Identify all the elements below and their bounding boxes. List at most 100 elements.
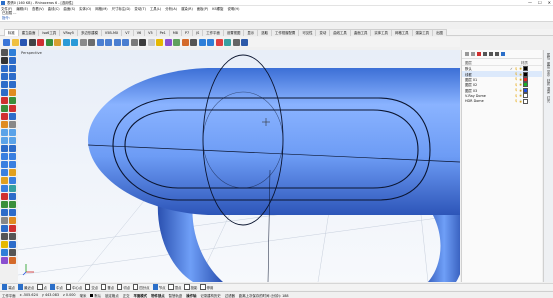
extrude-icon[interactable] <box>9 137 16 144</box>
mirror-icon[interactable] <box>1 209 8 216</box>
select-window-icon[interactable] <box>9 49 16 56</box>
orient-icon[interactable] <box>9 217 16 224</box>
osnap-checkbox[interactable] <box>152 284 158 290</box>
cylinder-icon[interactable] <box>1 161 8 168</box>
explode-icon[interactable] <box>1 121 8 128</box>
tab-23[interactable]: 网格工具 <box>390 28 413 36</box>
osnap-item[interactable]: 停用 <box>200 284 213 290</box>
render-icon[interactable] <box>207 38 214 46</box>
mesh-icon[interactable] <box>9 185 16 192</box>
layer-row[interactable]: HDR Dome ♀ 🔓 <box>462 98 542 104</box>
tab-18[interactable]: 可见性 <box>298 28 317 36</box>
extend-icon[interactable] <box>1 105 8 112</box>
split-icon[interactable] <box>1 113 8 120</box>
osnap-item[interactable]: 顶点 <box>168 284 181 290</box>
light-icon[interactable] <box>224 38 231 46</box>
osnap-item[interactable]: 节点 <box>152 284 165 290</box>
fillet-curve-icon[interactable] <box>1 97 8 104</box>
text-icon[interactable] <box>9 233 16 240</box>
status-toggle[interactable]: 锁定格点 <box>105 293 119 298</box>
open-file-icon[interactable] <box>11 38 19 46</box>
hide-side-icon[interactable] <box>1 257 8 264</box>
cone-icon[interactable] <box>9 161 16 168</box>
osnap-checkbox[interactable] <box>85 284 91 290</box>
command-input[interactable] <box>10 16 130 20</box>
tab-1[interactable]: 建立曲面 <box>17 28 40 36</box>
move-up-icon[interactable] <box>483 52 487 56</box>
tab-2[interactable]: Iso6工具 <box>38 28 61 36</box>
tab-21[interactable]: 曲面工具 <box>349 28 372 36</box>
rectangle-icon[interactable] <box>1 89 8 96</box>
offset-curve-icon[interactable] <box>9 97 16 104</box>
osnap-item[interactable]: 中心点 <box>65 284 82 290</box>
perspective-viewport[interactable] <box>18 50 460 282</box>
status-layer[interactable]: 默认 <box>90 293 101 298</box>
torus-icon[interactable] <box>1 169 8 176</box>
surface-edge-icon[interactable] <box>1 145 8 152</box>
status-toggle[interactable]: 操作轴 <box>186 293 196 298</box>
tab-17[interactable]: 工作视窗配置 <box>270 28 300 36</box>
panel-tab-0[interactable]: 属性 <box>546 53 551 60</box>
polygon-icon[interactable] <box>9 81 16 88</box>
fillet-edge-icon[interactable] <box>9 177 16 184</box>
osnap-item[interactable]: 中点 <box>49 284 63 290</box>
camera-icon[interactable] <box>9 241 16 248</box>
tab-25[interactable]: 出图 <box>432 28 447 36</box>
zoom-window-icon[interactable] <box>105 38 112 46</box>
patch-icon[interactable] <box>9 145 16 152</box>
osnap-checkbox[interactable] <box>2 284 8 290</box>
tab-22[interactable]: 实体工具 <box>370 28 392 36</box>
properties-side-icon[interactable] <box>1 249 8 256</box>
save-icon[interactable] <box>20 38 27 46</box>
sphere-icon[interactable] <box>9 153 16 160</box>
status-toggle[interactable]: 正交 <box>123 293 130 298</box>
render-preview-icon[interactable] <box>1 241 8 248</box>
osnap-item[interactable]: 切点 <box>117 284 130 290</box>
osnap-item[interactable]: 垂点 <box>101 284 114 290</box>
move-down-icon[interactable] <box>489 52 493 56</box>
revolve-icon[interactable] <box>1 137 8 144</box>
osnap-checkbox[interactable] <box>37 284 43 290</box>
boolean-diff-icon[interactable] <box>1 177 8 184</box>
panel-tab-2[interactable]: 显示 <box>546 70 551 77</box>
freeform-icon[interactable] <box>9 89 16 96</box>
move-icon[interactable] <box>1 193 8 200</box>
maximize-button[interactable]: ☐ <box>538 0 542 5</box>
panel-tab-1[interactable]: 图层 <box>546 62 551 69</box>
tab-9[interactable]: Pe1 <box>155 28 170 36</box>
new-file-icon[interactable] <box>3 38 10 46</box>
cut-icon[interactable] <box>37 38 44 46</box>
osnap-checkbox[interactable] <box>17 284 24 290</box>
tab-16[interactable]: 选取 <box>257 28 272 36</box>
panel-tab-5[interactable]: 灯光 <box>546 96 551 103</box>
dimension-icon[interactable] <box>1 233 8 240</box>
grid-icon[interactable] <box>130 38 138 46</box>
new-sublayer-icon[interactable] <box>471 52 475 56</box>
tab-15[interactable]: 显示 <box>243 28 259 36</box>
osnap-checkbox[interactable] <box>133 284 139 290</box>
osnap-item[interactable]: 投影 <box>184 284 197 290</box>
osnap-checkbox[interactable] <box>117 284 123 290</box>
tab-20[interactable]: 曲线工具 <box>329 28 351 36</box>
osnap-checkbox[interactable] <box>168 284 174 290</box>
osnap-checkbox[interactable] <box>65 284 72 290</box>
scale-icon[interactable] <box>9 201 16 208</box>
four-view-icon[interactable] <box>139 38 146 46</box>
osnap-item[interactable]: 交点 <box>85 284 98 290</box>
osnap-checkbox[interactable] <box>200 284 206 290</box>
circle-icon[interactable] <box>1 73 8 80</box>
tab-19[interactable]: 变动 <box>315 28 331 36</box>
curve-icon[interactable] <box>9 65 16 72</box>
box-icon[interactable] <box>1 153 8 160</box>
tab-0[interactable]: 标准 <box>4 28 19 36</box>
status-toggle[interactable]: 平面模式 <box>134 293 148 298</box>
options-icon[interactable] <box>232 38 240 46</box>
join-icon[interactable] <box>9 113 16 120</box>
zoom-extents-icon[interactable] <box>113 38 121 46</box>
osnap-checkbox[interactable] <box>184 284 190 290</box>
layer-icon[interactable] <box>190 38 197 46</box>
properties-icon[interactable] <box>198 38 206 46</box>
select-point-icon[interactable] <box>1 49 8 56</box>
loft-icon[interactable] <box>1 129 8 136</box>
tab-5[interactable]: V5B-MX <box>100 28 123 36</box>
